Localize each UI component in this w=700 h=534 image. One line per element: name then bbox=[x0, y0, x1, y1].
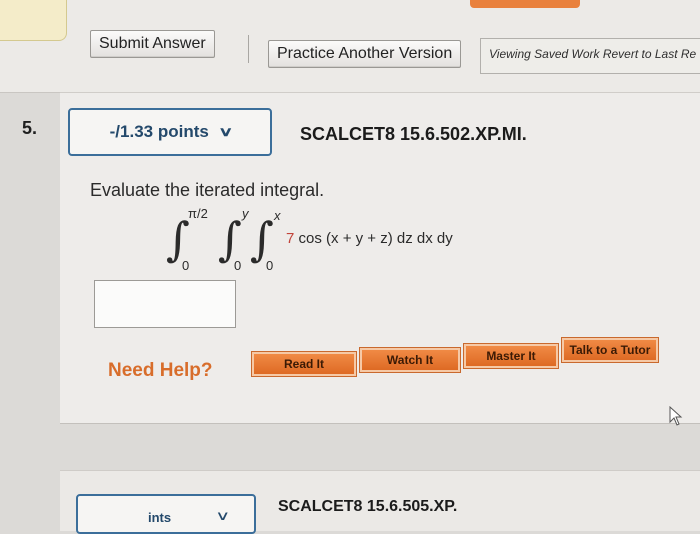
toolbar-divider bbox=[248, 35, 249, 63]
question-code: SCALCET8 15.6.502.XP.MI. bbox=[300, 124, 527, 144]
question-number: 5. bbox=[22, 118, 38, 138]
practice-another-version-button[interactable]: Practice Another Version bbox=[268, 40, 462, 68]
submit-answer-button[interactable]: Submit Answer bbox=[90, 30, 215, 58]
need-help-label: Need Help? bbox=[108, 360, 213, 381]
integrand: 7 cos (x + y + z) dz dx dy bbox=[286, 230, 453, 247]
points-label: -/1.33 points bbox=[109, 122, 209, 141]
question-prompt: Evaluate the iterated integral. bbox=[90, 180, 325, 200]
inner-upper-limit: x bbox=[274, 208, 281, 223]
chevron-down-icon: ∨ bbox=[215, 508, 231, 523]
middle-lower-limit: 0 bbox=[234, 258, 242, 273]
chevron-down-icon: ∨ bbox=[217, 124, 234, 139]
answer-input[interactable] bbox=[94, 280, 236, 328]
watch-it-button[interactable]: Watch It bbox=[359, 347, 461, 373]
notice-tab bbox=[0, 0, 67, 41]
inner-lower-limit: 0 bbox=[266, 258, 274, 273]
saved-work-notice[interactable]: Viewing Saved Work Revert to Last Re bbox=[480, 38, 700, 74]
outer-upper-limit: π/2 bbox=[188, 206, 208, 221]
top-orange-tab[interactable] bbox=[470, 0, 580, 8]
mouse-cursor-icon bbox=[669, 406, 683, 426]
points-dropdown[interactable]: -/1.33 points ∨ bbox=[68, 108, 272, 156]
integrand-expression: cos (x + y + z) dz dx dy bbox=[298, 230, 453, 247]
middle-upper-limit: y bbox=[242, 206, 249, 221]
integrand-coefficient: 7 bbox=[286, 230, 295, 247]
read-it-button[interactable]: Read It bbox=[251, 351, 357, 377]
talk-to-tutor-button[interactable]: Talk to a Tutor bbox=[561, 337, 659, 363]
next-points-label: ints bbox=[148, 510, 172, 525]
next-points-dropdown[interactable]: ints ∨ bbox=[76, 494, 256, 534]
outer-lower-limit: 0 bbox=[182, 258, 190, 273]
master-it-button[interactable]: Master It bbox=[463, 343, 559, 369]
next-question-code: SCALCET8 15.6.505.XP. bbox=[278, 498, 458, 515]
